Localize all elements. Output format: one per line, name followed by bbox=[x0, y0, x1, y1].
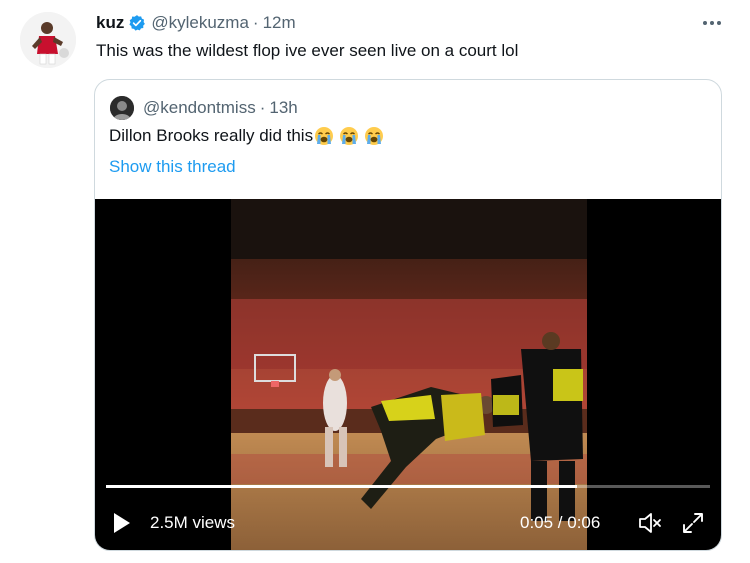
volume-muted-icon[interactable] bbox=[636, 509, 664, 537]
verified-badge-icon bbox=[128, 14, 146, 32]
show-thread-link[interactable]: Show this thread bbox=[109, 157, 236, 177]
quoted-tweet[interactable]: @kendontmiss · 13h Dillon Brooks really … bbox=[94, 79, 722, 551]
view-count: 2.5M views bbox=[150, 513, 236, 532]
quoted-text-row: Dillon Brooks really did this bbox=[109, 126, 389, 146]
display-name[interactable]: kuz bbox=[96, 13, 124, 33]
loudly-crying-face-emoji bbox=[314, 126, 334, 146]
play-icon[interactable] bbox=[111, 511, 133, 535]
tweet-text: This was the wildest flop ive ever seen … bbox=[96, 41, 519, 60]
more-options-icon[interactable] bbox=[698, 12, 726, 34]
quoted-header: @kendontmiss · 13h bbox=[143, 96, 298, 120]
video-player[interactable]: 2.5M views 0:05 / 0:06 bbox=[95, 199, 721, 550]
expand-icon[interactable] bbox=[679, 509, 707, 537]
author-avatar[interactable] bbox=[20, 12, 76, 68]
quoted-text: Dillon Brooks really did this bbox=[109, 126, 314, 145]
tweet-timestamp[interactable]: 12m bbox=[263, 13, 296, 33]
video-time: 0:05 / 0:06 bbox=[520, 513, 601, 532]
quoted-separator-dot: · bbox=[259, 98, 266, 117]
quoted-author-avatar[interactable] bbox=[110, 96, 134, 120]
tweet-header: kuz @kylekuzma · 12m bbox=[96, 12, 296, 34]
separator-dot: · bbox=[252, 13, 259, 32]
author-handle[interactable]: @kylekuzma bbox=[151, 13, 249, 33]
video-progress-bar[interactable] bbox=[106, 485, 710, 488]
video-frame[interactable] bbox=[231, 199, 587, 550]
quoted-handle[interactable]: @kendontmiss bbox=[143, 98, 256, 118]
tweet[interactable]: kuz @kylekuzma · 12m This was the wildes… bbox=[0, 0, 750, 563]
loudly-crying-face-emoji bbox=[339, 126, 359, 146]
loudly-crying-face-emoji bbox=[364, 126, 384, 146]
emoji-group bbox=[314, 126, 389, 146]
video-progress-fill bbox=[106, 485, 578, 488]
quoted-timestamp[interactable]: 13h bbox=[269, 98, 297, 118]
